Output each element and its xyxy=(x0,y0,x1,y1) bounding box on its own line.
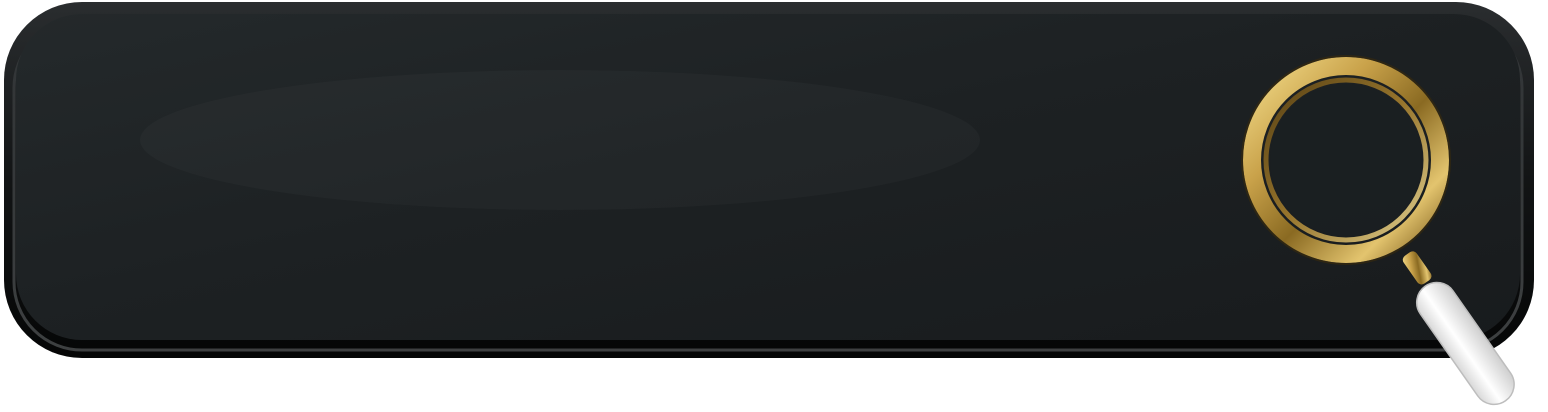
magnifying-glass-shape xyxy=(1241,55,1515,406)
search-widget xyxy=(0,0,1548,412)
search-input[interactable] xyxy=(60,70,1200,290)
magnifying-glass-icon[interactable] xyxy=(1220,50,1548,412)
